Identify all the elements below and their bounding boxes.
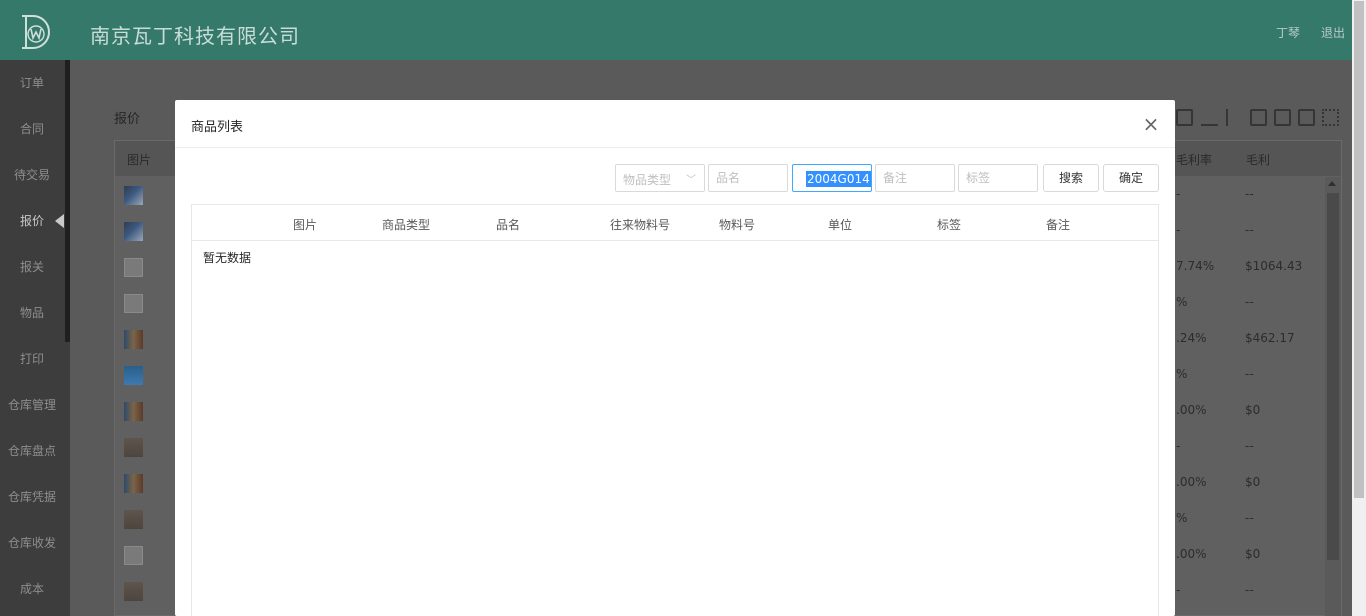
product-thumbnail[interactable] <box>124 510 143 529</box>
sidebar-item-warehouse-count[interactable]: 仓库盘点 <box>0 428 64 474</box>
product-thumbnail[interactable] <box>124 330 143 349</box>
logout-link[interactable]: 退出 <box>1321 24 1345 41</box>
search-button[interactable]: 搜索 <box>1043 164 1099 192</box>
product-list-modal: 商品列表 × 物品类型 ﹀ 2004G014 搜索 确定 图片 商品类型 品名 … <box>175 100 1175 616</box>
sidebar-item-pending-trade[interactable]: 待交易 <box>0 152 64 198</box>
col-header-remark[interactable]: 备注 <box>1046 216 1070 233</box>
dw-logo-icon[interactable] <box>17 13 55 51</box>
margin-rate-cell: % <box>1176 511 1188 525</box>
app-header: 南京瓦丁科技有限公司 丁琴 退出 <box>0 0 1366 60</box>
margin-cell: -- <box>1245 439 1254 453</box>
margin-rate-cell: .00% <box>1176 547 1207 561</box>
product-thumbnail[interactable] <box>124 582 143 601</box>
material-no-input[interactable]: 2004G014 <box>792 164 872 192</box>
sidebar-item-cost[interactable]: 成本 <box>0 566 64 612</box>
sidebar-item-warehouse-io[interactable]: 仓库收发 <box>0 520 64 566</box>
margin-rate-cell: % <box>1176 295 1188 309</box>
margin-cell: -- <box>1245 583 1254 597</box>
active-indicator-arrow <box>55 214 64 228</box>
user-name-link[interactable]: 丁琴 <box>1276 24 1300 41</box>
item-type-placeholder: 物品类型 <box>623 173 672 187</box>
margin-rate-cell: 7.74% <box>1176 259 1215 273</box>
modal-header: 商品列表 × <box>175 100 1175 148</box>
empty-state-text: 暂无数据 <box>203 251 252 265</box>
margin-cell: $462.17 <box>1245 331 1295 345</box>
cart-icon[interactable] <box>1176 109 1193 126</box>
margin-rate-cell: .00% <box>1176 475 1207 489</box>
col-header-margin-rate: 毛利率 <box>1176 153 1213 167</box>
margin-cell: $0 <box>1245 403 1261 417</box>
margin-cell: $0 <box>1245 547 1261 561</box>
chevron-down-icon: ﹀ <box>686 175 696 186</box>
margin-rate-cell: .24% <box>1176 331 1207 345</box>
close-icon[interactable]: × <box>1141 114 1161 134</box>
sidebar-item-customs[interactable]: 报关 <box>0 244 64 290</box>
remark-input[interactable] <box>875 164 955 192</box>
margin-rate-cell: % <box>1176 367 1188 381</box>
margin-cell: -- <box>1245 367 1254 381</box>
margin-rate-cell: .00% <box>1176 403 1207 417</box>
product-thumbnail[interactable] <box>124 366 143 385</box>
exit-icon[interactable] <box>1250 109 1267 126</box>
col-header-margin: 毛利 <box>1246 153 1271 167</box>
modal-title: 商品列表 <box>191 120 244 135</box>
qrcode-icon[interactable] <box>1322 109 1339 126</box>
margin-rate-cell: - <box>1176 583 1181 597</box>
product-thumbnail[interactable] <box>124 186 143 205</box>
margin-cell: -- <box>1245 187 1254 201</box>
confirm-button[interactable]: 确定 <box>1103 164 1159 192</box>
product-name-input[interactable] <box>708 164 788 192</box>
placeholder-image-icon[interactable] <box>124 546 143 565</box>
sidebar: 订单 合同 待交易 报价 报关 物品 打印 仓库管理 仓库盘点 仓库凭据 仓库收… <box>0 60 70 616</box>
margin-cell: -- <box>1245 223 1254 237</box>
col-header-material-no[interactable]: 物料号 <box>719 216 755 233</box>
margin-cell: -- <box>1245 295 1254 309</box>
product-table: 图片 商品类型 品名 往来物料号 物料号 单位 标签 备注 暂无数据 <box>191 204 1159 616</box>
product-table-header: 图片 商品类型 品名 往来物料号 物料号 单位 标签 备注 <box>192 205 1158 241</box>
bar-chart-icon[interactable] <box>1201 109 1218 126</box>
page-title: 报价 <box>114 112 141 127</box>
window-scrollbar-thumb[interactable] <box>1354 1 1364 498</box>
sidebar-item-orders[interactable]: 订单 <box>0 60 64 106</box>
margin-rate-cell: - <box>1176 187 1181 201</box>
material-no-selected-text: 2004G014 <box>806 171 871 187</box>
table-scrollbar-thumb[interactable] <box>1327 193 1339 560</box>
col-header-image: 图片 <box>127 153 152 167</box>
col-header-partner-material-no[interactable]: 往来物料号 <box>610 216 670 233</box>
margin-cell: -- <box>1245 511 1254 525</box>
sidebar-item-warehouse-voucher[interactable]: 仓库凭据 <box>0 474 64 520</box>
file-icon[interactable] <box>1298 109 1315 126</box>
item-type-select[interactable]: 物品类型 ﹀ <box>615 164 705 192</box>
margin-rate-cell: - <box>1176 223 1181 237</box>
margin-rate-cell: - <box>1176 439 1181 453</box>
col-header-image[interactable]: 图片 <box>293 216 317 233</box>
product-thumbnail[interactable] <box>124 474 143 493</box>
product-thumbnail[interactable] <box>124 438 143 457</box>
sidebar-item-goods[interactable]: 物品 <box>0 290 64 336</box>
col-header-product-name[interactable]: 品名 <box>496 216 520 233</box>
sidebar-item-warehouse-mgmt[interactable]: 仓库管理 <box>0 382 64 428</box>
col-header-unit[interactable]: 单位 <box>828 216 852 233</box>
scroll-up-arrow-icon[interactable] <box>1328 181 1336 186</box>
placeholder-image-icon[interactable] <box>124 294 143 313</box>
sidebar-item-contracts[interactable]: 合同 <box>0 106 64 152</box>
company-name: 南京瓦丁科技有限公司 <box>90 24 300 48</box>
margin-cell: $1064.43 <box>1245 259 1303 273</box>
col-header-tag[interactable]: 标签 <box>937 216 961 233</box>
sort-icon[interactable] <box>1226 109 1243 126</box>
sidebar-item-print[interactable]: 打印 <box>0 336 64 382</box>
margin-cell: $0 <box>1245 475 1261 489</box>
col-header-product-type[interactable]: 商品类型 <box>382 216 430 233</box>
placeholder-image-icon[interactable] <box>124 258 143 277</box>
product-thumbnail[interactable] <box>124 402 143 421</box>
tag-input[interactable] <box>958 164 1038 192</box>
product-thumbnail[interactable] <box>124 222 143 241</box>
export-icon[interactable] <box>1274 109 1291 126</box>
